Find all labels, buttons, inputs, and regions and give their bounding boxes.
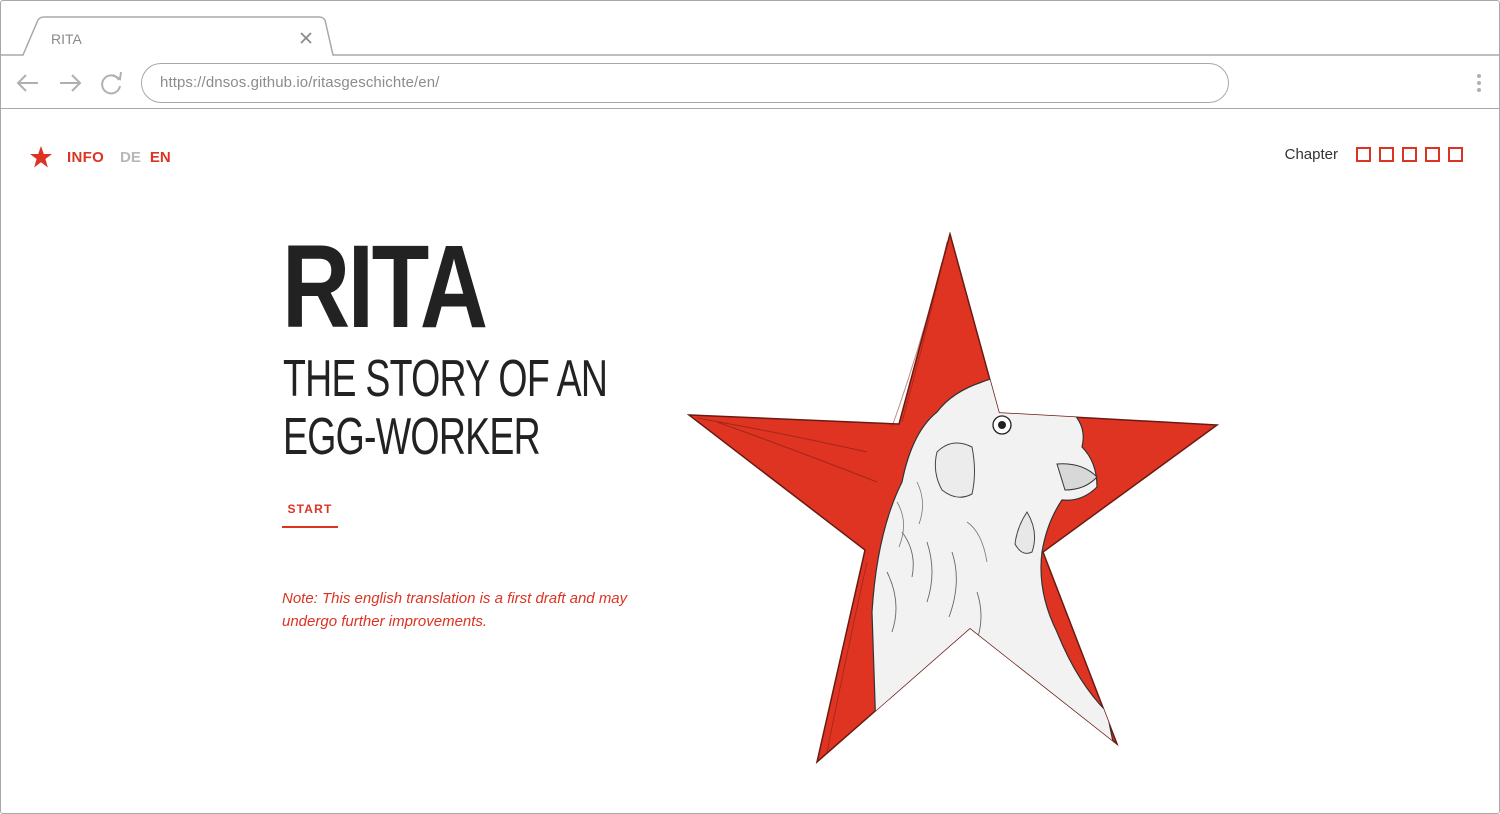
star-logo-icon[interactable] <box>29 145 53 169</box>
hero-star-chicken-illustration <box>687 232 1219 764</box>
start-button-label: START <box>287 502 333 516</box>
chapter-4-button[interactable] <box>1425 147 1440 162</box>
chapter-2-button[interactable] <box>1379 147 1394 162</box>
chapter-1-button[interactable] <box>1356 147 1371 162</box>
translation-note: Note: This english translation is a firs… <box>282 590 628 630</box>
browser-window: RITA https://dnsos.github.io/ritasgeschi… <box>0 0 1500 814</box>
tab-outline <box>1 16 1499 56</box>
top-navigation: INFO DE EN <box>29 144 171 170</box>
chapter-label: Chapter <box>1284 146 1338 163</box>
menu-dots-icon[interactable] <box>1471 71 1487 95</box>
chapter-navigation: Chapter <box>1285 146 1463 163</box>
page-title: RITA <box>282 221 488 353</box>
page-subtitle: THE STORY OF AN EGG-WORKER <box>283 350 608 466</box>
browser-toolbar: https://dnsos.github.io/ritasgeschichte/… <box>1 57 1499 109</box>
lang-de-link[interactable]: DE <box>120 149 141 166</box>
tab-title[interactable]: RITA <box>51 31 82 47</box>
start-button[interactable]: START <box>282 500 338 528</box>
chapter-3-button[interactable] <box>1402 147 1417 162</box>
subtitle-line-1: THE STORY OF AN <box>283 350 608 408</box>
address-bar[interactable]: https://dnsos.github.io/ritasgeschichte/… <box>141 63 1229 103</box>
chapter-5-button[interactable] <box>1448 147 1463 162</box>
reload-icon[interactable] <box>99 71 125 95</box>
lang-en-link[interactable]: EN <box>150 149 171 166</box>
url-text[interactable]: https://dnsos.github.io/ritasgeschichte/… <box>160 74 439 91</box>
forward-arrow-icon[interactable] <box>57 71 83 95</box>
close-icon[interactable] <box>298 30 314 46</box>
info-link[interactable]: INFO <box>67 149 104 166</box>
back-arrow-icon[interactable] <box>15 71 41 95</box>
page-content: INFO DE EN Chapter RITA THE STORY OF AN … <box>1 110 1499 813</box>
tab-strip: RITA <box>1 1 1499 57</box>
subtitle-line-2: EGG-WORKER <box>283 408 541 466</box>
